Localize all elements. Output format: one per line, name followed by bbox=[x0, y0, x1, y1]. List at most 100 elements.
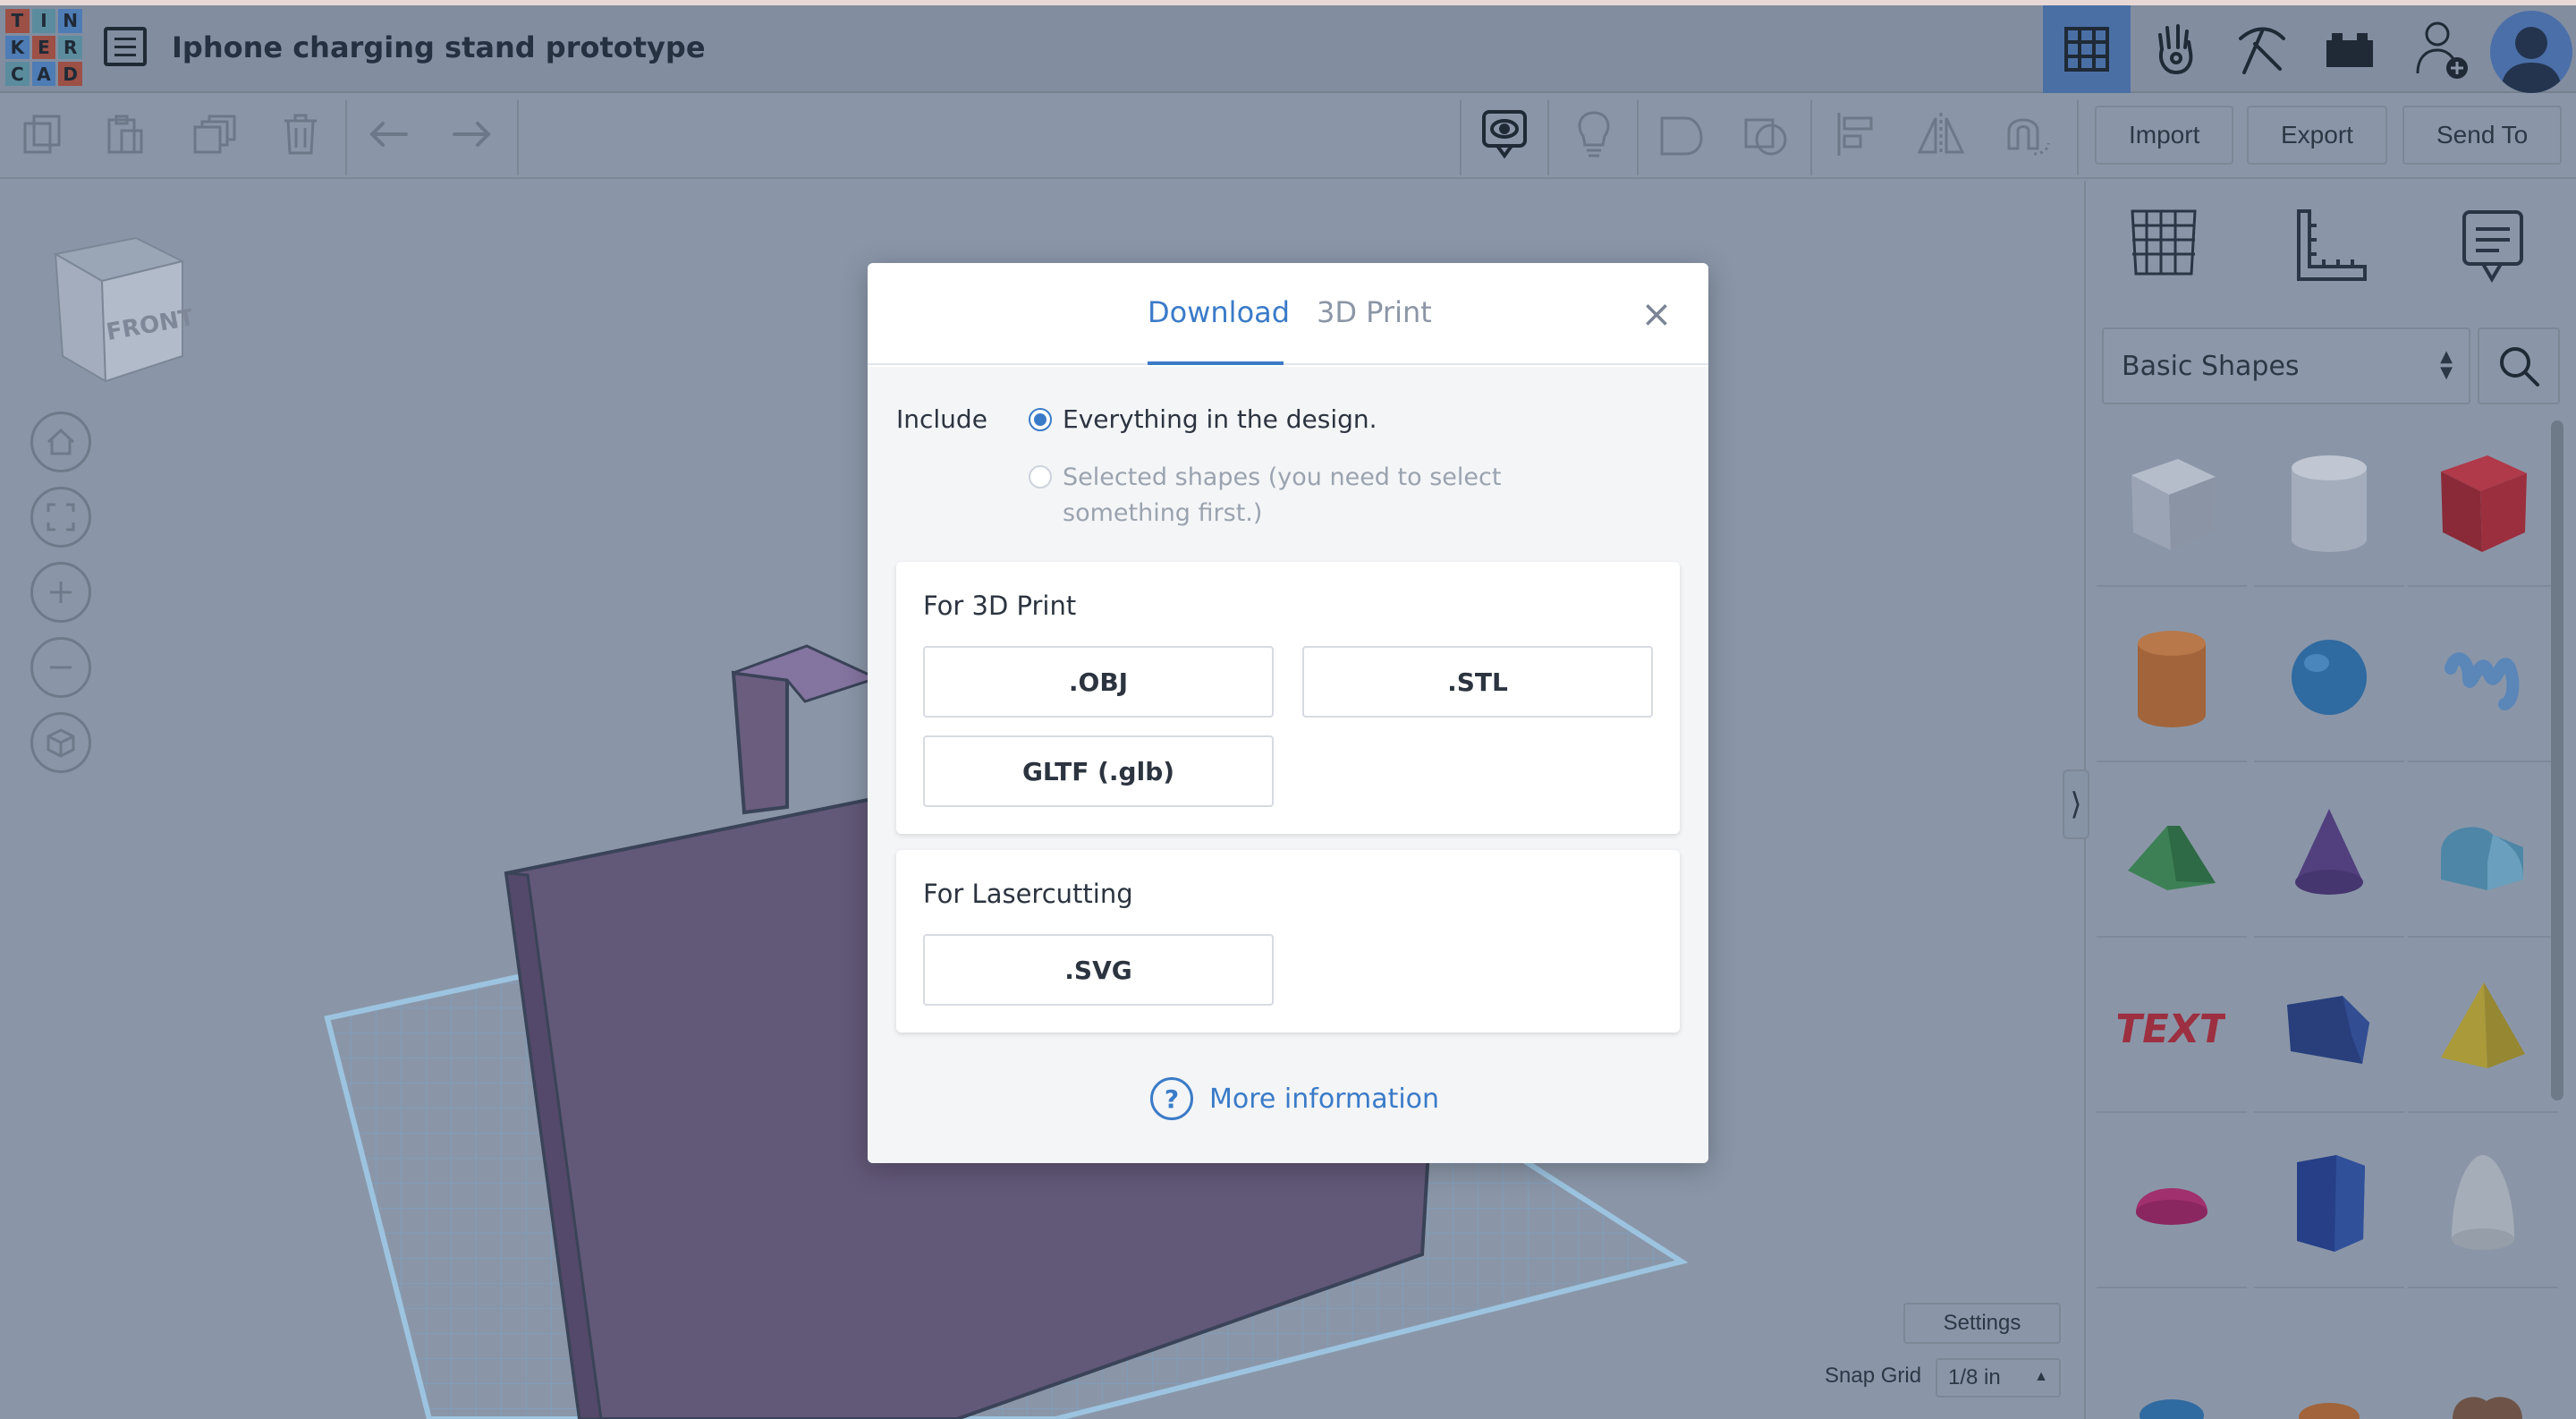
shape-roof[interactable] bbox=[2097, 769, 2247, 938]
logo-letter: T bbox=[5, 9, 30, 33]
stl-button[interactable]: .STL bbox=[1302, 646, 1653, 718]
shape-search-button[interactable] bbox=[2478, 327, 2560, 404]
hands-on-icon bbox=[2158, 24, 2193, 75]
shape-pyramid[interactable] bbox=[2408, 945, 2558, 1113]
delete-button[interactable] bbox=[274, 107, 327, 161]
collapse-panel-button[interactable]: ⟩ bbox=[2063, 769, 2089, 839]
polygon-shape bbox=[2297, 1155, 2365, 1252]
pickaxe-button[interactable] bbox=[2218, 5, 2306, 93]
option-everything-label[interactable]: Everything in the design. bbox=[1063, 404, 1377, 434]
toolbar-divider bbox=[1637, 100, 1639, 175]
magnet-button[interactable] bbox=[2000, 107, 2054, 161]
fit-view-button[interactable] bbox=[30, 487, 91, 548]
workplane-grid-icon bbox=[2131, 209, 2197, 276]
shape-partial-3 bbox=[2453, 1397, 2522, 1419]
paste-icon bbox=[107, 115, 143, 154]
mirror-button[interactable] bbox=[1914, 107, 1968, 161]
design-title[interactable]: Iphone charging stand prototype bbox=[172, 30, 706, 64]
close-dialog-button[interactable]: × bbox=[1639, 292, 1674, 336]
home-icon bbox=[47, 428, 75, 455]
shape-sphere[interactable] bbox=[2254, 594, 2404, 762]
shape-round-roof[interactable] bbox=[2408, 769, 2558, 938]
perspective-button[interactable] bbox=[30, 712, 91, 773]
toolbar-divider bbox=[1810, 100, 1812, 175]
home-view-button[interactable] bbox=[30, 412, 91, 472]
minus-icon bbox=[50, 666, 72, 669]
copy-button[interactable] bbox=[16, 107, 70, 161]
shape-half-sphere[interactable] bbox=[2097, 1120, 2247, 1288]
panel-tab-workplane[interactable] bbox=[2123, 202, 2204, 283]
zoom-in-button[interactable] bbox=[30, 562, 91, 623]
send-to-button[interactable]: Send To bbox=[2402, 106, 2563, 165]
light-bulb-button[interactable] bbox=[1567, 107, 1621, 161]
copy-icon bbox=[23, 115, 61, 154]
help-icon: ? bbox=[1150, 1077, 1193, 1120]
tab-download[interactable]: Download bbox=[1148, 295, 1290, 329]
logo-letter: N bbox=[58, 9, 82, 33]
cone-shape bbox=[2295, 809, 2363, 895]
mirror-icon bbox=[1917, 113, 1965, 156]
grid-view-button[interactable] bbox=[2043, 5, 2131, 93]
include-label: Include bbox=[896, 404, 987, 434]
logo-letter: E bbox=[31, 35, 56, 60]
note-bubble-icon bbox=[2462, 210, 2523, 283]
radio-selected-shapes[interactable] bbox=[1029, 465, 1052, 489]
shape-box[interactable] bbox=[2408, 419, 2558, 587]
shape-wedge[interactable] bbox=[2254, 945, 2404, 1113]
active-tab-indicator bbox=[1148, 361, 1284, 365]
fit-view-icon bbox=[47, 503, 75, 531]
shape-cylinder-hole[interactable] bbox=[2254, 419, 2404, 587]
pyramid-shape bbox=[2441, 982, 2525, 1068]
bricks-button[interactable] bbox=[2306, 5, 2394, 93]
add-user-button[interactable] bbox=[2399, 5, 2487, 93]
tinkercad-logo[interactable]: T I N K E R C A D bbox=[5, 9, 82, 86]
box-hole-shape bbox=[2131, 459, 2216, 550]
svg-button[interactable]: .SVG bbox=[923, 934, 1274, 1006]
snap-grid-label: Snap Grid bbox=[1825, 1364, 1922, 1388]
shape-cylinder[interactable] bbox=[2097, 594, 2247, 762]
shape-cone[interactable] bbox=[2254, 769, 2404, 938]
cylinder-hole-shape bbox=[2292, 455, 2367, 552]
search-icon bbox=[2500, 347, 2539, 387]
wedge-shape bbox=[2287, 996, 2369, 1064]
redo-button[interactable] bbox=[445, 107, 499, 161]
shape-category-value: Basic Shapes bbox=[2122, 350, 2300, 382]
gltf-button[interactable]: GLTF (.glb) bbox=[923, 735, 1274, 807]
toolbar-divider bbox=[2077, 100, 2079, 175]
shape-scribble[interactable] bbox=[2408, 594, 2558, 762]
logo-letter: R bbox=[58, 35, 82, 60]
paste-button[interactable] bbox=[98, 107, 152, 161]
shape-box-hole[interactable] bbox=[2097, 419, 2247, 587]
snap-grid-value: 1/8 in bbox=[1948, 1365, 2001, 1389]
ungroup-button[interactable] bbox=[1739, 107, 1792, 161]
panel-tab-notes[interactable] bbox=[2453, 206, 2533, 286]
zoom-out-button[interactable] bbox=[30, 637, 91, 698]
toolbar-divider bbox=[1460, 100, 1462, 175]
shape-category-select[interactable]: Basic Shapes ▲ ▼ bbox=[2102, 327, 2470, 404]
shape-polygon[interactable] bbox=[2254, 1120, 2404, 1288]
light-bulb-icon bbox=[1578, 111, 1610, 157]
avatar-icon bbox=[2501, 27, 2562, 93]
group-button[interactable] bbox=[1655, 107, 1708, 161]
duplicate-icon bbox=[193, 115, 236, 154]
shape-text[interactable]: TEXT bbox=[2097, 945, 2247, 1113]
settings-button[interactable]: Settings bbox=[1903, 1303, 2061, 1344]
import-button[interactable]: Import bbox=[2095, 106, 2234, 165]
view-cube[interactable]: FRONT bbox=[48, 234, 191, 383]
radio-everything[interactable] bbox=[1029, 408, 1052, 431]
obj-button[interactable]: .OBJ bbox=[923, 646, 1274, 718]
duplicate-button[interactable] bbox=[188, 107, 242, 161]
export-button[interactable]: Export bbox=[2247, 106, 2387, 165]
panel-tab-ruler[interactable] bbox=[2292, 206, 2372, 286]
user-avatar[interactable] bbox=[2490, 11, 2572, 93]
tab-3d-print[interactable]: 3D Print bbox=[1317, 295, 1432, 329]
show-notes-button[interactable] bbox=[1478, 107, 1531, 161]
undo-button[interactable] bbox=[361, 107, 415, 161]
snap-grid-select[interactable]: 1/8 in ▲ bbox=[1936, 1358, 2061, 1398]
shape-paraboloid[interactable] bbox=[2408, 1120, 2558, 1288]
hands-on-button[interactable] bbox=[2131, 5, 2218, 93]
more-information-link[interactable]: ? More information bbox=[1150, 1077, 1439, 1120]
panel-scrollbar[interactable] bbox=[2551, 421, 2563, 1100]
design-list-icon[interactable] bbox=[104, 27, 147, 66]
align-button[interactable] bbox=[1828, 107, 1882, 161]
